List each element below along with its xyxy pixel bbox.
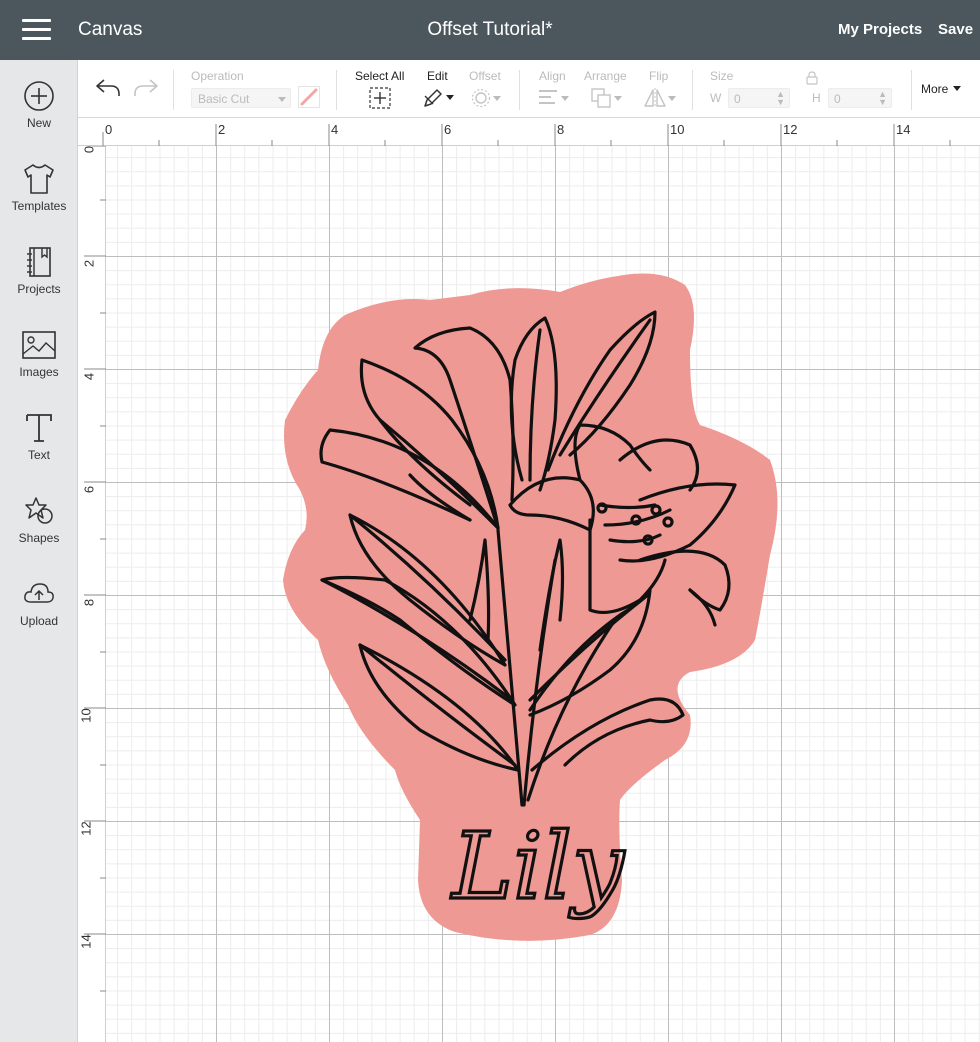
design-canvas-grid[interactable] xyxy=(106,146,980,1042)
select-all-icon[interactable] xyxy=(369,87,391,109)
shapes-icon xyxy=(25,497,53,524)
edit-pencil-icon[interactable] xyxy=(422,87,444,109)
arrange-icon[interactable] xyxy=(590,87,612,109)
top-bar: Canvas Offset Tutorial* My Projects Save xyxy=(0,0,980,60)
width-label: W xyxy=(710,91,722,105)
ruler-ticks xyxy=(102,124,951,146)
sidebar-item-upload[interactable]: Upload xyxy=(0,578,78,648)
horizontal-ruler: 0 2 4 6 8 10 12 14 xyxy=(78,118,980,146)
ruler-label: 4 xyxy=(81,372,97,381)
ruler-label: 6 xyxy=(81,485,97,494)
linetype-color-swatch[interactable] xyxy=(298,86,320,108)
chevron-down-icon xyxy=(493,96,501,101)
plus-circle-icon xyxy=(24,81,54,111)
size-label: Size xyxy=(710,69,734,83)
lock-icon[interactable] xyxy=(806,71,818,85)
chevron-down-icon xyxy=(278,97,286,102)
sidebar-label-text: Text xyxy=(27,448,50,462)
operation-select[interactable]: Basic Cut xyxy=(191,88,291,108)
sidebar-item-new[interactable]: New xyxy=(0,80,78,150)
undo-icon[interactable] xyxy=(94,77,122,99)
more-button[interactable]: More xyxy=(921,82,961,96)
offset-label: Offset xyxy=(469,69,501,83)
chevron-down-icon xyxy=(952,86,961,91)
sidebar-label-new: New xyxy=(26,116,51,130)
sidebar-item-templates[interactable]: Templates xyxy=(0,163,78,233)
ruler-label: 2 xyxy=(218,122,226,137)
width-input[interactable]: 0 ▲ ▼ xyxy=(728,88,790,108)
sidebar-label-images: Images xyxy=(19,365,59,379)
flip-label: Flip xyxy=(649,69,669,83)
height-label: H xyxy=(812,91,821,105)
notebook-icon xyxy=(27,247,51,277)
chevron-down-icon xyxy=(668,96,676,101)
ruler-label: 4 xyxy=(331,122,339,137)
width-input-value: 0 xyxy=(734,92,741,106)
ruler-label: 8 xyxy=(81,598,97,607)
ruler-label: 14 xyxy=(896,122,911,137)
sidebar-item-text[interactable]: Text xyxy=(0,412,78,482)
offset-icon[interactable] xyxy=(471,88,491,108)
align-icon[interactable] xyxy=(538,89,558,107)
ruler-label: 0 xyxy=(81,145,97,154)
tshirt-icon xyxy=(24,164,54,194)
ruler-label: 10 xyxy=(78,708,94,723)
arrange-label: Arrange xyxy=(584,69,627,83)
flip-icon[interactable] xyxy=(643,87,667,109)
ruler-label: 12 xyxy=(783,122,798,137)
cloud-upload-icon xyxy=(24,583,54,603)
toolbar-divider xyxy=(692,70,693,110)
sidebar-label-templates: Templates xyxy=(11,199,67,213)
toolbar-divider xyxy=(336,70,337,110)
toolbar-divider xyxy=(911,70,912,110)
operation-label: Operation xyxy=(191,69,244,83)
ruler-label: 2 xyxy=(81,259,97,268)
ruler-label: 8 xyxy=(557,122,565,137)
chevron-down-icon xyxy=(614,96,622,101)
vertical-ruler: 0 2 4 6 8 10 12 14 xyxy=(78,146,106,1042)
sidebar-item-shapes[interactable]: Shapes xyxy=(0,495,78,565)
ruler-label: 0 xyxy=(105,122,113,137)
toolbar-divider xyxy=(519,70,520,110)
document-title: Offset Tutorial* xyxy=(427,19,553,40)
sidebar-label-projects: Projects xyxy=(17,282,61,296)
image-icon xyxy=(22,331,56,359)
app-title: Canvas xyxy=(78,19,143,40)
edit-label: Edit xyxy=(427,69,448,83)
my-projects-button[interactable]: My Projects xyxy=(838,21,922,38)
operation-select-value: Basic Cut xyxy=(198,92,250,106)
ruler-label: 14 xyxy=(78,934,94,949)
redo-icon[interactable] xyxy=(132,77,160,99)
left-sidebar: New Templates Projects Images Text Shape… xyxy=(0,60,78,1042)
ruler-label: 10 xyxy=(670,122,685,137)
toolbar-divider xyxy=(173,70,174,110)
sidebar-item-projects[interactable]: Projects xyxy=(0,246,78,316)
text-icon xyxy=(26,414,52,442)
sidebar-label-shapes: Shapes xyxy=(18,531,60,545)
ruler-label: 12 xyxy=(78,821,94,836)
sidebar-label-upload: Upload xyxy=(19,614,59,628)
edit-toolbar: Operation Basic Cut Select All Edit Offs… xyxy=(78,60,980,118)
chevron-down-icon xyxy=(561,96,569,101)
select-all-label: Select All xyxy=(355,69,405,83)
stepper-icon: ▲ ▼ xyxy=(776,89,785,107)
chevron-down-icon xyxy=(446,95,454,100)
stepper-icon: ▲ ▼ xyxy=(878,89,887,107)
hamburger-menu-icon[interactable] xyxy=(22,19,52,41)
align-label: Align xyxy=(539,69,566,83)
sidebar-item-images[interactable]: Images xyxy=(0,329,78,399)
ruler-label: 6 xyxy=(444,122,452,137)
more-button-label: More xyxy=(921,82,949,96)
height-input-value: 0 xyxy=(834,92,841,106)
height-input[interactable]: 0 ▲ ▼ xyxy=(828,88,892,108)
save-button[interactable]: Save xyxy=(938,21,973,38)
